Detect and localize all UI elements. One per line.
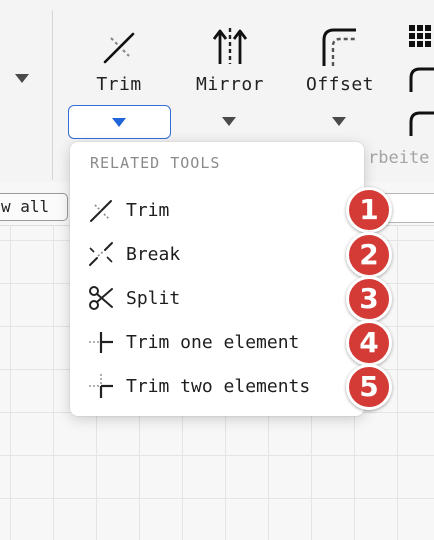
left-panel-expand-arrow[interactable] — [15, 74, 29, 83]
menu-item-trim-two-elements[interactable]: Trim two elements — [70, 366, 364, 406]
offset-icon — [322, 28, 356, 66]
chevron-down-icon — [112, 118, 126, 127]
fillet-icon[interactable] — [408, 66, 434, 92]
step-badge: 3 — [346, 276, 392, 322]
step-badge: 2 — [346, 232, 392, 278]
menu-item-label: Trim two elements — [126, 375, 311, 397]
offset-tool-button[interactable]: Offset — [290, 24, 390, 104]
offset-dropdown-arrow[interactable] — [332, 117, 346, 126]
trim-tool-button[interactable]: Trim — [69, 24, 169, 104]
trim-icon — [90, 200, 112, 222]
menu-item-label: Break — [126, 243, 181, 265]
menu-item-split[interactable]: Split — [70, 278, 364, 318]
ribbon-divider — [52, 10, 53, 180]
menu-item-trim[interactable]: Trim — [70, 190, 364, 230]
array-grid-icon[interactable] — [408, 24, 434, 48]
mirror-tool-label: Mirror — [195, 74, 265, 95]
menu-item-trim-one-element[interactable]: Trim one element — [70, 322, 364, 362]
step-badge: 4 — [346, 320, 392, 366]
menu-header: RELATED TOOLS — [90, 154, 221, 172]
related-tools-menu: RELATED TOOLS Trim Break Split Trim one … — [70, 142, 364, 416]
step-badge: 1 — [346, 187, 392, 233]
trim-tool-label: Trim — [96, 74, 142, 95]
menu-item-label: Trim — [126, 199, 170, 221]
trim-two-elements-icon — [89, 374, 113, 398]
mirror-tool-button[interactable]: Mirror — [180, 24, 280, 104]
mirror-icon — [212, 28, 248, 64]
mirror-dropdown-arrow[interactable] — [222, 117, 236, 126]
partial-group-label: rbeite — [368, 148, 430, 168]
chamfer-icon[interactable] — [408, 110, 434, 136]
break-icon — [89, 242, 113, 266]
trim-icon — [103, 32, 135, 64]
menu-item-label: Split — [126, 287, 181, 309]
menu-item-label: Trim one element — [126, 331, 300, 353]
trim-one-element-icon — [89, 332, 113, 353]
offset-tool-label: Offset — [305, 74, 375, 95]
scissors-icon — [89, 286, 113, 310]
trim-dropdown-button[interactable] — [68, 105, 171, 139]
step-badge: 5 — [346, 364, 392, 410]
view-all-button[interactable]: w all — [0, 193, 68, 221]
menu-item-break[interactable]: Break — [70, 234, 364, 274]
